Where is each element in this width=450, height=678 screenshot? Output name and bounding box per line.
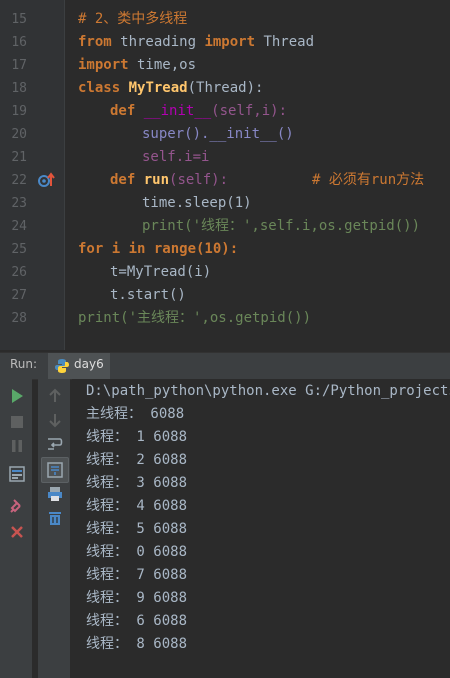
keyword: class xyxy=(78,80,121,96)
line-number: 19 xyxy=(11,104,27,119)
console-line: 主线程： 6088 xyxy=(86,406,185,422)
code-text: time.sleep(1) xyxy=(142,195,252,211)
console-line: 线程： 8 6088 xyxy=(86,636,188,652)
code-text: t.start() xyxy=(110,287,186,303)
code-text: import time,os xyxy=(78,54,196,77)
line-number: 22 xyxy=(11,173,27,188)
pin-tab-icon[interactable] xyxy=(8,497,26,515)
close-icon[interactable] xyxy=(8,523,26,541)
rerun-icon[interactable] xyxy=(8,387,26,405)
code-line[interactable]: 18 class MyTread(Thread): xyxy=(0,77,450,100)
module-name: threading xyxy=(111,34,205,50)
code-text: for i in range(10): xyxy=(78,241,239,257)
soft-wrap-icon[interactable] xyxy=(46,435,64,453)
code-line[interactable]: 23 time.sleep(1) xyxy=(0,192,450,215)
keyword: def xyxy=(110,103,136,119)
code-rest: (self): xyxy=(169,172,229,188)
code-line[interactable]: 28 print('主线程：',os.getpid()) xyxy=(0,307,450,330)
line-number: 27 xyxy=(11,288,27,303)
print-icon[interactable] xyxy=(46,485,64,503)
pause-icon[interactable] xyxy=(8,437,26,455)
code-line[interactable]: 16 from threading import Thread xyxy=(0,31,450,54)
code-line[interactable]: 24 print('线程：',self.i,os.getpid()) xyxy=(0,215,450,238)
line-number: 25 xyxy=(11,242,27,257)
run-tab-day6[interactable]: day6 xyxy=(48,353,110,379)
console-line: 线程： 7 6088 xyxy=(86,567,188,583)
code-text: self.i=i xyxy=(142,149,210,165)
console-line: 线程： 1 6088 xyxy=(86,429,188,445)
code-text: def run(self): xyxy=(110,169,228,192)
code-rest: (Thread): xyxy=(187,80,264,96)
run-label: Run: xyxy=(10,357,38,371)
code-comment: # 2、类中多线程 xyxy=(78,11,188,27)
function-name: __init__ xyxy=(135,103,212,119)
console-line: D:\path_python\python.exe G:/Python_proj… xyxy=(86,383,450,399)
line-number: 16 xyxy=(11,35,27,50)
class-name: MyTread xyxy=(120,80,188,96)
code-rest: (self,i): xyxy=(211,103,288,119)
code-text: def __init__(self,i): xyxy=(110,100,287,123)
line-number: 23 xyxy=(11,196,27,211)
scroll-to-end-toggle[interactable] xyxy=(41,457,69,483)
console-line: 线程： 5 6088 xyxy=(86,521,188,537)
function-name: run xyxy=(135,172,170,188)
code-line[interactable]: 19 def __init__(self,i): xyxy=(0,100,450,123)
line-number: 24 xyxy=(11,219,27,234)
console-line: 线程： 0 6088 xyxy=(86,544,188,560)
line-number: 20 xyxy=(11,127,27,142)
line-number: 26 xyxy=(11,265,27,280)
code-line[interactable]: 15 # 2、类中多线程 xyxy=(0,8,450,31)
code-line[interactable]: 20 super().__init__() xyxy=(0,123,450,146)
line-number: 21 xyxy=(11,150,27,165)
console-output[interactable]: D:\path_python\python.exe G:/Python_proj… xyxy=(72,379,450,678)
class-name: Thread xyxy=(255,34,315,50)
arrow-up-icon[interactable] xyxy=(46,387,64,405)
console-line: 线程： 2 6088 xyxy=(86,452,188,468)
console-line: 线程： 6 6088 xyxy=(86,613,188,629)
code-line[interactable]: 22 def run(self): # 必须有run方法 xyxy=(0,169,450,192)
line-number: 18 xyxy=(11,81,27,96)
code-text: t=MyTread(i) xyxy=(110,264,212,280)
dump-threads-icon[interactable] xyxy=(8,465,26,483)
line-number: 15 xyxy=(11,12,27,27)
keyword: from xyxy=(78,34,112,50)
trash-icon[interactable] xyxy=(46,509,64,527)
keyword: import xyxy=(204,34,256,50)
keyword: def xyxy=(110,172,136,188)
code-line[interactable]: 21 self.i=i xyxy=(0,146,450,169)
stop-icon[interactable] xyxy=(8,413,26,431)
run-toolbar-secondary xyxy=(38,379,70,678)
keyword: import xyxy=(78,57,129,73)
code-line[interactable]: 17 import time,os xyxy=(0,54,450,77)
code-text: class MyTread(Thread): xyxy=(78,77,263,100)
console-line: 线程： 4 6088 xyxy=(86,498,188,514)
run-toolbar-primary xyxy=(0,379,32,678)
run-panel-header: Run: day6 xyxy=(0,352,450,380)
code-text: print('主线程：',os.getpid()) xyxy=(78,310,312,326)
code-editor[interactable]: 15 # 2、类中多线程 16 from threading import Th… xyxy=(0,0,450,350)
line-number: 28 xyxy=(11,311,27,326)
code-text: print('线程：',self.i,os.getpid()) xyxy=(142,218,421,234)
line-number: 17 xyxy=(11,58,27,73)
python-icon xyxy=(55,359,69,373)
arrow-down-icon[interactable] xyxy=(46,411,64,429)
scroll-to-end-icon xyxy=(47,462,63,478)
code-line[interactable]: 27 t.start() xyxy=(0,284,450,307)
code-comment: # 必须有run方法 xyxy=(312,172,425,188)
code-text: super().__init__() xyxy=(142,126,294,142)
code-line[interactable]: 25 for i in range(10): xyxy=(0,238,450,261)
code-text: from threading import Thread xyxy=(78,31,314,54)
console-line: 线程： 9 6088 xyxy=(86,590,188,606)
override-method-icon[interactable] xyxy=(37,170,57,190)
run-tab-label: day6 xyxy=(74,357,104,371)
console-line: 线程： 3 6088 xyxy=(86,475,188,491)
code-line[interactable]: 26 t=MyTread(i) xyxy=(0,261,450,284)
code-rest: time,os xyxy=(128,57,197,73)
